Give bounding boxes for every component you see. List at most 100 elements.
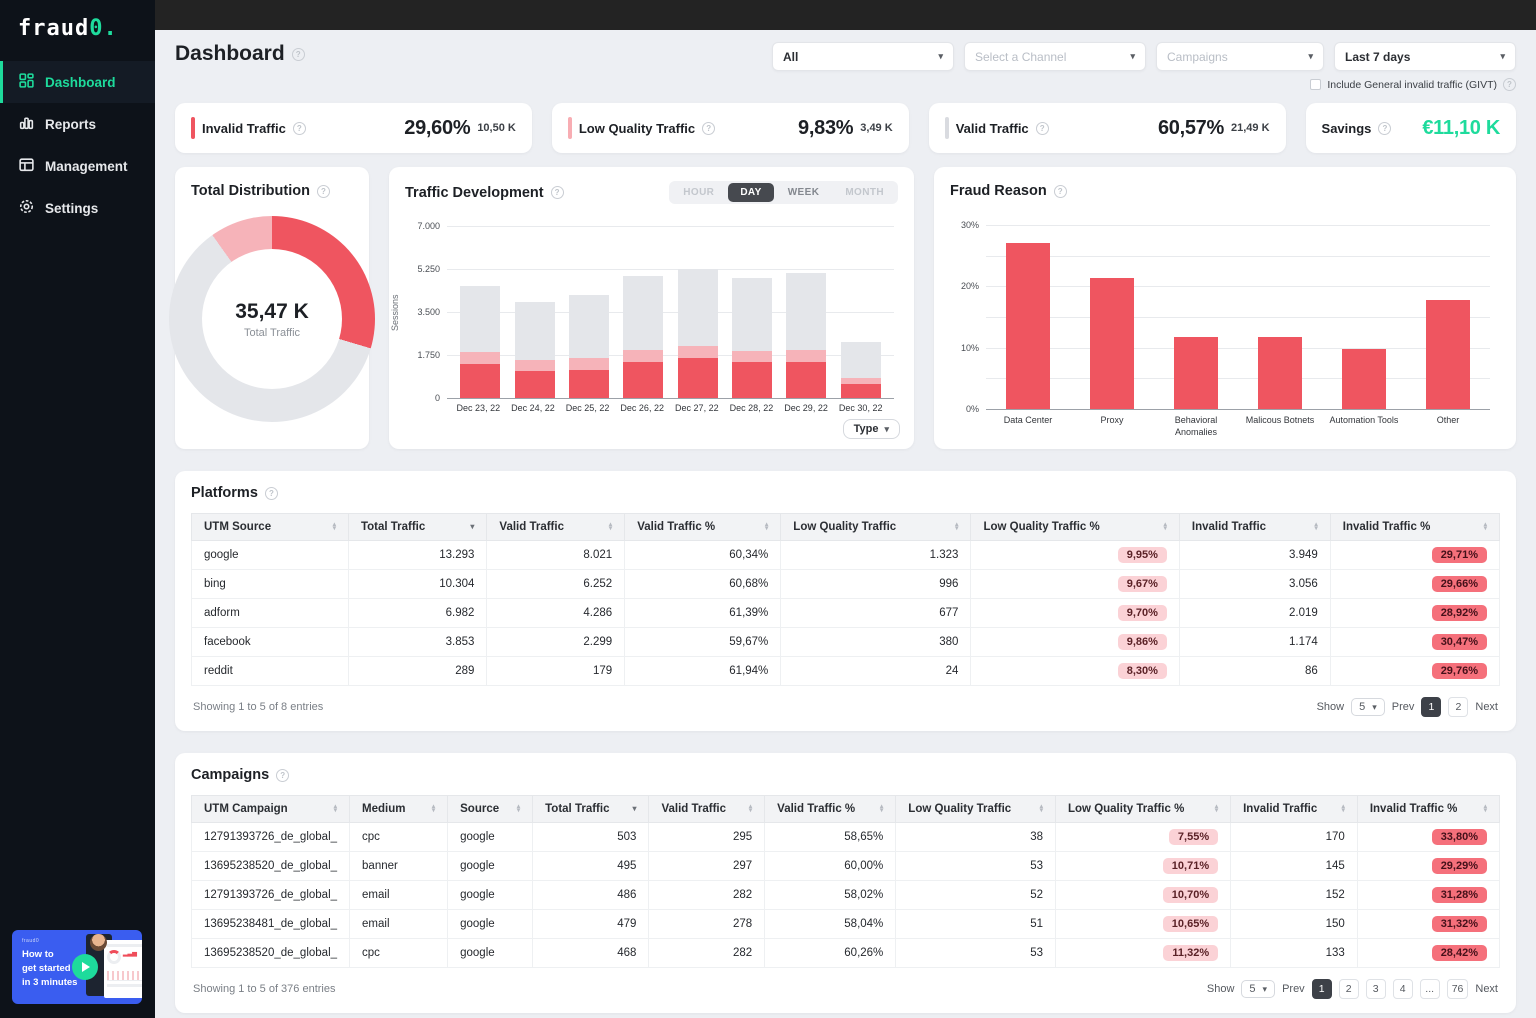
table-cell: 10,70% (1056, 881, 1231, 910)
table-row: bing10.3046.25260,68%9969,67%3.05629,66% (192, 570, 1500, 599)
page-button[interactable]: 1 (1312, 979, 1332, 999)
column-header[interactable]: Valid Traffic▴▾ (487, 514, 625, 541)
video-widget[interactable]: fraud0 ▂▃▅ How to get started in 3 minut… (12, 930, 142, 1004)
column-header[interactable]: Source▴▾ (448, 796, 533, 823)
filter-value: Campaigns (1167, 50, 1228, 64)
kpi-value: 60,57% (1158, 117, 1224, 140)
column-header[interactable]: Low Quality Traffic▴▾ (781, 514, 971, 541)
campaigns-footer: Showing 1 to 5 of 376 entriesShow5▾Prev1… (191, 968, 1500, 1005)
table-row: 13695238520_de_global_bannergoogle495297… (192, 852, 1500, 881)
page-button[interactable]: 2 (1448, 697, 1468, 717)
filter-select-2[interactable]: Campaigns▾ (1156, 42, 1324, 71)
x-tick-label: Malicous Botnets (1238, 414, 1322, 438)
column-header[interactable]: Invalid Traffic %▴▾ (1357, 796, 1499, 823)
toggle-month[interactable]: MONTH (833, 183, 896, 202)
column-header[interactable]: Medium▴▾ (350, 796, 448, 823)
kpi-value: 29,60% (404, 117, 470, 140)
sidebar-item-management[interactable]: Management (0, 145, 155, 187)
column-header[interactable]: Valid Traffic▴▾ (649, 796, 765, 823)
percent-badge: 10,65% (1163, 916, 1218, 932)
column-header[interactable]: Total Traffic▾ (348, 514, 486, 541)
fraud-bar (1258, 337, 1302, 409)
kpi-accent-bar (945, 117, 949, 139)
play-icon[interactable] (72, 954, 98, 980)
page-button[interactable]: 1 (1421, 697, 1441, 717)
show-label: Show (1317, 701, 1345, 713)
percent-badge: 28,42% (1432, 945, 1487, 961)
sidebar-item-dashboard[interactable]: Dashboard (0, 61, 155, 103)
chevron-down-icon: ▾ (1130, 51, 1135, 62)
bar-segment (841, 342, 881, 378)
page-size-select[interactable]: 5▾ (1351, 698, 1385, 716)
filter-select-1[interactable]: Select a Channel▾ (964, 42, 1146, 71)
platforms-title: Platforms (191, 485, 1500, 501)
type-dropdown-label: Type (854, 423, 879, 435)
page-title: Dashboard (175, 42, 305, 66)
gridline (447, 398, 894, 399)
sort-icon: ▴▾ (517, 805, 520, 813)
column-header[interactable]: UTM Campaign▴▾ (192, 796, 350, 823)
column-header[interactable]: Invalid Traffic▴▾ (1231, 796, 1358, 823)
gear-icon (18, 198, 35, 218)
table-cell: google (448, 881, 533, 910)
toggle-hour[interactable]: HOUR (671, 183, 726, 202)
sidebar-item-reports[interactable]: Reports (0, 103, 155, 145)
column-header[interactable]: Low Quality Traffic %▴▾ (971, 514, 1179, 541)
page-button[interactable]: 2 (1339, 979, 1359, 999)
toggle-day[interactable]: DAY (728, 183, 773, 202)
page-size-value: 5 (1249, 983, 1255, 995)
info-icon (317, 185, 330, 198)
givt-checkbox[interactable] (1310, 79, 1321, 90)
column-header[interactable]: UTM Source▴▾ (192, 514, 349, 541)
table-cell: 52 (896, 881, 1056, 910)
sort-icon: ▴▾ (880, 805, 883, 813)
sort-icon: ▴▾ (1164, 523, 1167, 531)
type-dropdown[interactable]: Type ▾ (843, 419, 900, 439)
kpi-label: Invalid Traffic (202, 121, 286, 136)
column-header[interactable]: Invalid Traffic▴▾ (1179, 514, 1330, 541)
x-tick-label: Dec 27, 22 (670, 403, 725, 413)
chevron-down-icon: ▾ (938, 51, 943, 62)
filter-select-0[interactable]: All▾ (772, 42, 954, 71)
bar-segment (786, 362, 826, 398)
sidebar-item-settings[interactable]: Settings (0, 187, 155, 229)
traffic-bars (447, 226, 894, 398)
platforms-table: UTM Source▴▾Total Traffic▾Valid Traffic▴… (191, 513, 1500, 686)
page-size-select[interactable]: 5▾ (1241, 980, 1275, 998)
table-cell: 60,34% (625, 541, 781, 570)
bar-segment (623, 362, 663, 398)
table-cell: 297 (649, 852, 765, 881)
page-button[interactable]: 76 (1447, 979, 1469, 999)
filter-select-3[interactable]: Last 7 days▾ (1334, 42, 1516, 71)
percent-badge: 10,70% (1163, 887, 1218, 903)
next-button[interactable]: Next (1475, 983, 1498, 995)
sort-icon: ▴▾ (333, 523, 336, 531)
prev-button[interactable]: Prev (1282, 983, 1305, 995)
kpi-card: Low Quality Traffic9,83%3,49 K (552, 103, 909, 153)
page-button[interactable]: 4 (1393, 979, 1413, 999)
table-cell: 31,28% (1357, 881, 1499, 910)
toggle-week[interactable]: WEEK (776, 183, 832, 202)
info-icon (1503, 78, 1516, 91)
page-button[interactable]: ... (1420, 979, 1440, 999)
filter-bar: All▾Select a Channel▾Campaigns▾Last 7 da… (772, 42, 1516, 71)
table-cell: 33,80% (1357, 823, 1499, 852)
next-button[interactable]: Next (1475, 701, 1498, 713)
table-cell: 1.323 (781, 541, 971, 570)
column-header[interactable]: Invalid Traffic %▴▾ (1330, 514, 1499, 541)
page-button[interactable]: 3 (1366, 979, 1386, 999)
bar-segment (460, 352, 500, 364)
column-header[interactable]: Valid Traffic %▴▾ (625, 514, 781, 541)
column-header[interactable]: Low Quality Traffic▴▾ (896, 796, 1056, 823)
table-cell: 3.949 (1179, 541, 1330, 570)
x-tick-label: Behavioral Anomalies (1154, 414, 1238, 438)
column-header[interactable]: Low Quality Traffic %▴▾ (1056, 796, 1231, 823)
table-row: 13695238520_de_global_cpcgoogle46828260,… (192, 939, 1500, 968)
fraud-bar (1426, 300, 1470, 409)
chevron-down-icon: ▾ (1500, 51, 1505, 62)
column-header[interactable]: Valid Traffic %▴▾ (765, 796, 896, 823)
kpi-row: Invalid Traffic29,60%10,50 KLow Quality … (155, 95, 1536, 153)
column-header[interactable]: Total Traffic▾ (533, 796, 649, 823)
prev-button[interactable]: Prev (1392, 701, 1415, 713)
table-cell: 29,66% (1330, 570, 1499, 599)
